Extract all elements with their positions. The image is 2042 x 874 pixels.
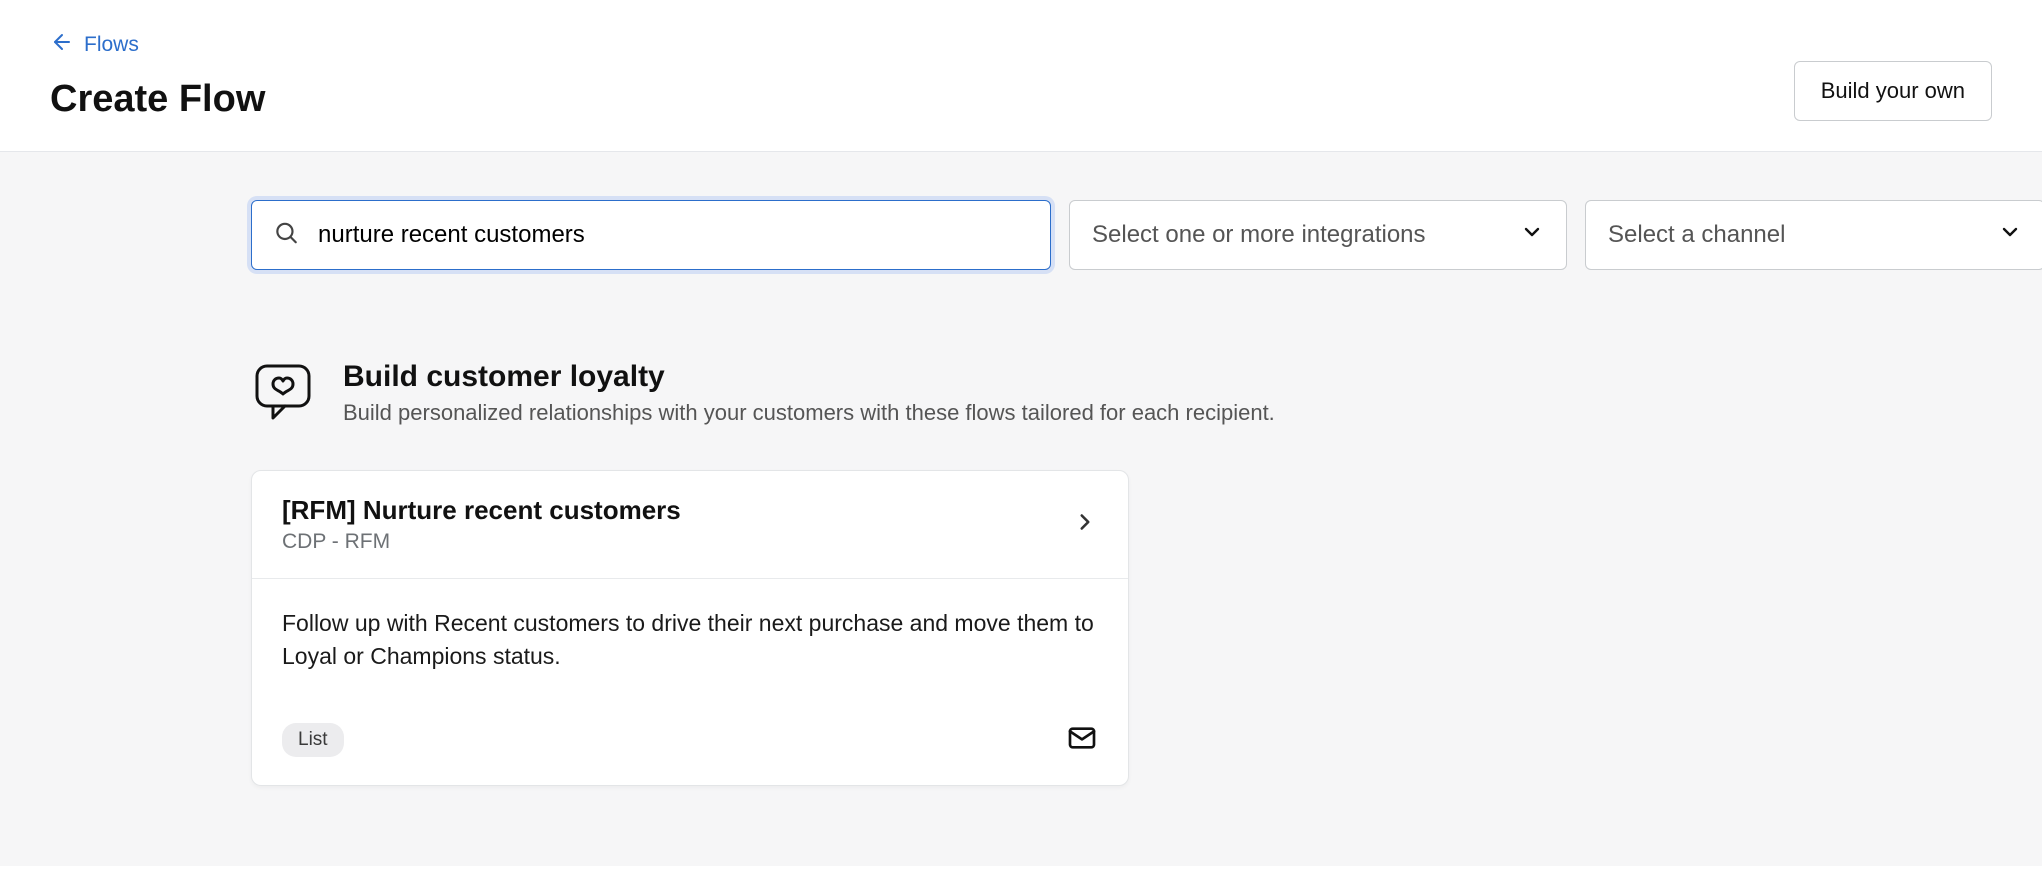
flow-card-subtitle: CDP - RFM [282,530,681,554]
header-left: Flows Create Flow [50,30,265,121]
chevron-right-icon [1072,509,1098,540]
flow-card-body: Follow up with Recent customers to drive… [252,579,1128,700]
search-input[interactable] [251,200,1051,270]
section-subtitle: Build personalized relationships with yo… [343,400,1275,426]
section-header: Build customer loyalty Build personalize… [251,360,1791,426]
breadcrumb-label: Flows [84,33,139,57]
integrations-dropdown[interactable]: Select one or more integrations [1069,200,1567,270]
flow-card-footer: List [252,722,1128,785]
chevron-down-icon [1998,220,2022,251]
mail-icon [1066,722,1098,759]
page-title: Create Flow [50,78,265,121]
flow-card-title: [RFM] Nurture recent customers [282,495,681,526]
section-title: Build customer loyalty [343,360,1275,394]
chevron-down-icon [1520,220,1544,251]
flow-card-description: Follow up with Recent customers to drive… [282,607,1098,674]
content-area: Select one or more integrations Select a… [0,152,2042,866]
flow-card-header[interactable]: [RFM] Nurture recent customers CDP - RFM [252,471,1128,579]
section-loyalty: Build customer loyalty Build personalize… [251,360,1791,786]
search-icon [273,220,299,251]
flow-tag: List [282,723,344,757]
filters-row: Select one or more integrations Select a… [251,200,1791,270]
integrations-placeholder: Select one or more integrations [1092,221,1426,249]
flow-card: [RFM] Nurture recent customers CDP - RFM… [251,470,1129,786]
arrow-left-icon [50,30,74,60]
heart-bubble-icon [251,360,315,424]
search-wrapper [251,200,1051,270]
channel-placeholder: Select a channel [1608,221,1785,249]
channel-dropdown[interactable]: Select a channel [1585,200,2042,270]
breadcrumb-flows[interactable]: Flows [50,30,265,60]
build-your-own-button[interactable]: Build your own [1794,61,1992,121]
page-header: Flows Create Flow Build your own [0,0,2042,152]
